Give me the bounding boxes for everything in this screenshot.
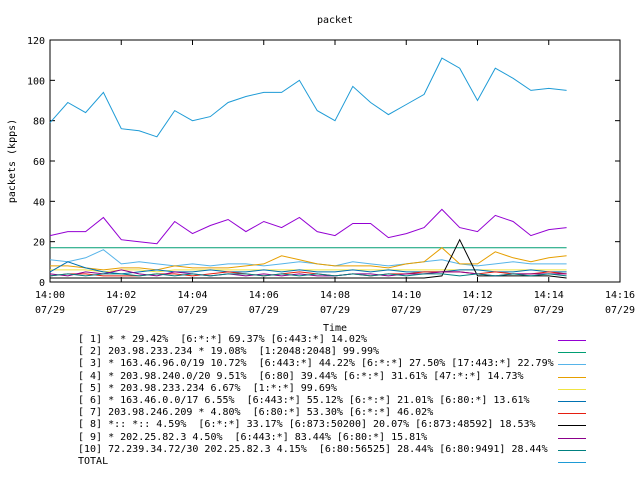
legend-label: [10] 72.239.34.72/30 202.25.82.3 4.15% [… <box>78 443 548 455</box>
legend-swatch <box>558 376 586 378</box>
legend-entry: [ 1] * * 29.42% [6:*:*] 69.37% [6:443:*]… <box>78 334 618 346</box>
x-tick-label-date: 07/29 <box>35 305 65 316</box>
y-tick-label: 20 <box>33 238 45 249</box>
y-tick-label: 120 <box>27 36 45 47</box>
x-tick-label-date: 07/29 <box>534 305 564 316</box>
x-tick-label-time: 14:00 <box>35 290 65 301</box>
y-axis-label: packets (kpps) <box>7 119 18 203</box>
series-line-3 <box>49 249 567 267</box>
legend-entry: [ 6] * 163.46.0.0/17 6.55% [6:443:*] 55.… <box>78 395 618 407</box>
plot-frame <box>49 39 621 283</box>
legend-label: [ 6] * 163.46.0.0/17 6.55% [6:443:*] 55.… <box>78 394 530 406</box>
legend-entry: [10] 72.239.34.72/30 202.25.82.3 4.15% [… <box>78 444 618 456</box>
legend: [ 1] * * 29.42% [6:*:*] 69.37% [6:443:*]… <box>78 334 618 468</box>
series-line-1 <box>49 208 567 245</box>
y-tick-label: 80 <box>33 117 45 128</box>
x-tick-label-date: 07/29 <box>462 305 492 316</box>
legend-swatch <box>558 364 586 366</box>
x-tick-label-date: 07/29 <box>605 305 635 316</box>
x-tick-label-time: 14:02 <box>106 290 136 301</box>
x-tick-label-time: 14:12 <box>462 290 492 301</box>
legend-entry: [ 5] * 203.98.233.234 6.67% [1:*:*] 99.6… <box>78 383 618 395</box>
legend-swatch <box>558 388 586 390</box>
legend-label: [ 4] * 203.98.240.0/20 9.51% [6:80] 39.4… <box>78 370 524 382</box>
legend-label: [ 9] * 202.25.82.3 4.50% [6:443:*] 83.44… <box>78 431 428 443</box>
x-tick-label-date: 07/29 <box>391 305 421 316</box>
legend-swatch <box>558 461 586 463</box>
legend-swatch <box>558 425 586 427</box>
x-tick-label-date: 07/29 <box>249 305 279 316</box>
legend-label: TOTAL <box>78 455 109 467</box>
legend-swatch <box>558 340 586 341</box>
legend-label: [ 5] * 203.98.233.234 6.67% [1:*:*] 99.6… <box>78 382 337 394</box>
x-tick-label-time: 14:04 <box>177 290 207 301</box>
chart-title: packet <box>317 15 353 26</box>
legend-swatch <box>558 413 586 415</box>
y-tick-label: 100 <box>27 76 45 87</box>
legend-swatch <box>558 352 586 354</box>
legend-label: [ 7] 203.98.246.209 * 4.80% [6:80:*] 53.… <box>78 407 434 419</box>
legend-entry: [ 7] 203.98.246.209 * 4.80% [6:80:*] 53.… <box>78 407 618 419</box>
legend-entry: TOTAL <box>78 456 618 468</box>
legend-entry: [ 4] * 203.98.240.0/20 9.51% [6:80] 39.4… <box>78 371 618 383</box>
legend-label: [ 3] * 163.46.96.0/19 10.72% [6:443:*] 4… <box>78 358 554 370</box>
legend-entry: [ 9] * 202.25.82.3 4.50% [6:443:*] 83.44… <box>78 432 618 444</box>
legend-entry: [ 8] *:: *:: 4.59% [6:*:*] 33.17% [6:873… <box>78 419 618 431</box>
legend-swatch <box>558 400 586 402</box>
series-line-11 <box>49 57 567 138</box>
y-tick-label: 40 <box>33 197 45 208</box>
x-tick-label-time: 14:08 <box>320 290 350 301</box>
x-tick-label-date: 07/29 <box>320 305 350 316</box>
x-tick-label-date: 07/29 <box>177 305 207 316</box>
legend-label: [ 2] 203.98.233.234 * 19.08% [1:2048:204… <box>78 346 380 358</box>
x-tick-label-time: 14:10 <box>391 290 421 301</box>
legend-label: [ 8] *:: *:: 4.59% [6:*:*] 33.17% [6:873… <box>78 419 536 431</box>
x-tick-label-time: 14:06 <box>249 290 279 301</box>
series-line-4 <box>50 247 567 271</box>
legend-label: [ 1] * * 29.42% [6:*:*] 69.37% [6:443:*]… <box>78 334 367 345</box>
y-tick-label: 60 <box>33 157 45 168</box>
x-tick-label-date: 07/29 <box>106 305 136 316</box>
legend-swatch <box>558 449 586 451</box>
legend-entry: [ 2] 203.98.233.234 * 19.08% [1:2048:204… <box>78 346 618 358</box>
x-tick-label-time: 14:16 <box>605 290 635 301</box>
legend-entry: [ 3] * 163.46.96.0/19 10.72% [6:443:*] 4… <box>78 358 618 370</box>
legend-swatch <box>558 437 586 439</box>
x-tick-label-time: 14:14 <box>534 290 564 301</box>
x-axis-label: Time <box>323 323 347 334</box>
y-tick-label: 0 <box>39 278 45 289</box>
